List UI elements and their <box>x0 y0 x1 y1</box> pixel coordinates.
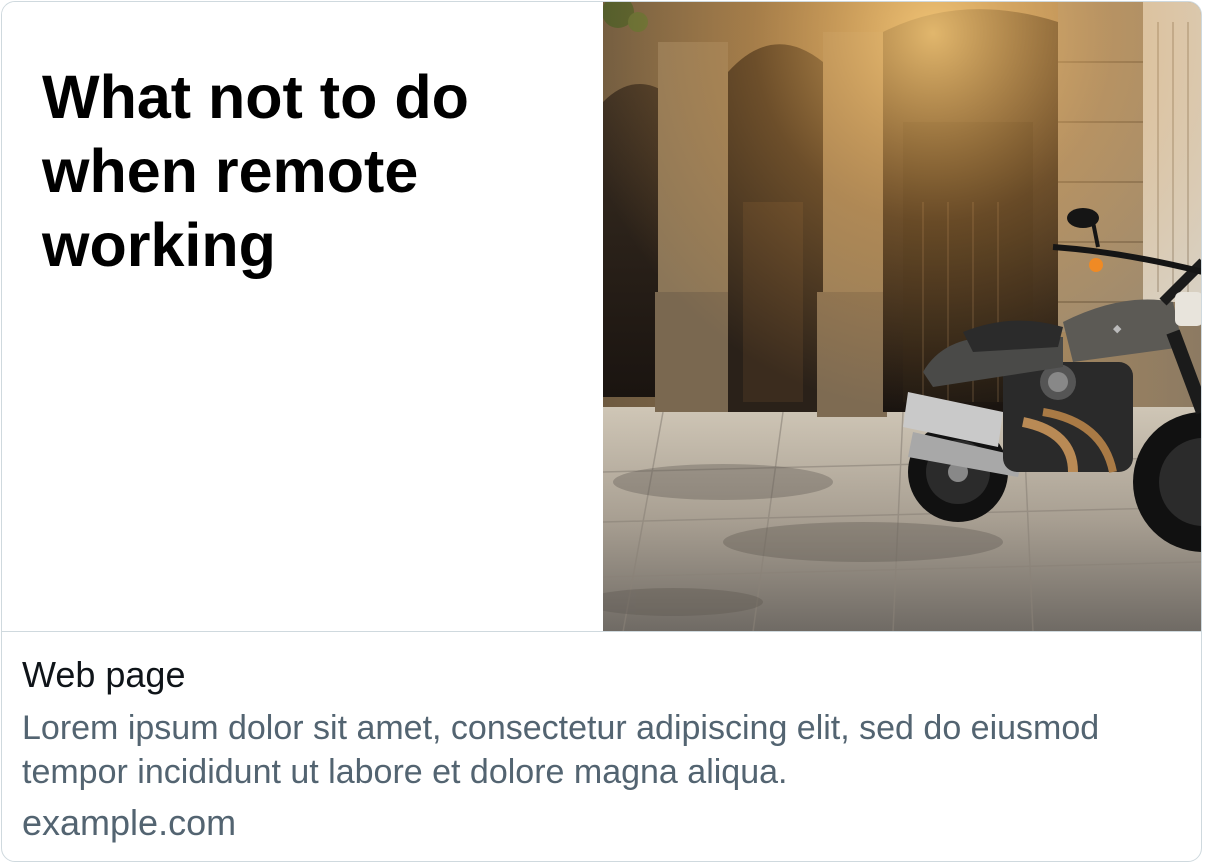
headline-panel: What not to do when remote working <box>2 2 603 631</box>
svg-text:◆: ◆ <box>1113 323 1122 335</box>
card-title[interactable]: Web page <box>22 654 1183 696</box>
card-info[interactable]: Web page Lorem ipsum dolor sit amet, con… <box>2 632 1201 861</box>
card-description: Lorem ipsum dolor sit amet, consectetur … <box>22 709 1100 791</box>
image-headline: What not to do when remote working <box>42 63 469 279</box>
card-domain[interactable]: example.com <box>22 802 1183 844</box>
card-media[interactable]: What not to do when remote working ◆ <box>2 2 1201 632</box>
motorcycle-photo: ◆ <box>603 2 1201 631</box>
motorcycle-photo-image: ◆ <box>603 2 1201 631</box>
link-preview-card[interactable]: What not to do when remote working ◆ Web… <box>1 1 1202 862</box>
